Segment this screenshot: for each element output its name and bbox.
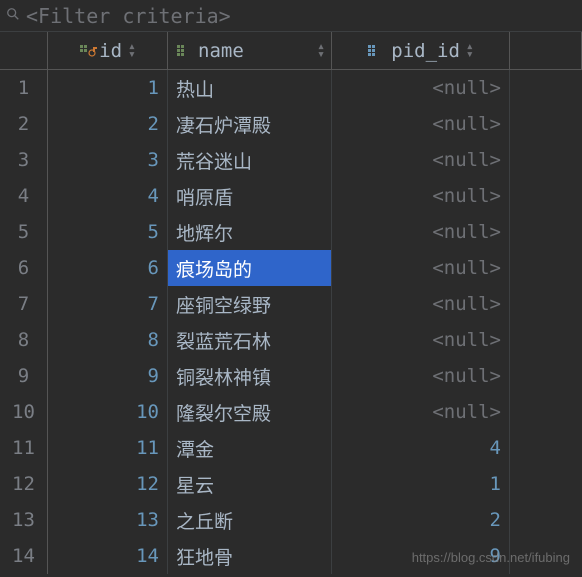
column-header-name[interactable]: name ▴▾ bbox=[168, 32, 332, 69]
cell-id[interactable]: 2 bbox=[48, 106, 168, 142]
row-number: 11 bbox=[0, 430, 48, 466]
row-number: 7 bbox=[0, 286, 48, 322]
cell-name[interactable]: 凄石炉潭殿 bbox=[168, 106, 332, 142]
column-spacer bbox=[510, 32, 582, 69]
sort-indicator-icon: ▴▾ bbox=[317, 43, 325, 59]
row-number: 9 bbox=[0, 358, 48, 394]
row-number: 5 bbox=[0, 214, 48, 250]
cell-id[interactable]: 4 bbox=[48, 178, 168, 214]
table-row[interactable]: 1212星云1 bbox=[0, 466, 582, 502]
table-row[interactable]: 66痕场岛的<null> bbox=[0, 250, 582, 286]
column-header-id[interactable]: id ▴▾ bbox=[48, 32, 168, 69]
cell-pid[interactable]: <null> bbox=[332, 142, 510, 178]
cell-name[interactable]: 哨原盾 bbox=[168, 178, 332, 214]
cell-name[interactable]: 潭金 bbox=[168, 430, 332, 466]
filter-placeholder: <Filter criteria> bbox=[26, 4, 231, 28]
table-row[interactable]: 77座铜空绿野<null> bbox=[0, 286, 582, 322]
cell-pid[interactable]: <null> bbox=[332, 250, 510, 286]
cell-name[interactable]: 狂地骨 bbox=[168, 538, 332, 574]
cell-name[interactable]: 座铜空绿野 bbox=[168, 286, 332, 322]
cell-name[interactable]: 荒谷迷山 bbox=[168, 142, 332, 178]
column-name-label: name bbox=[198, 40, 244, 62]
row-number: 4 bbox=[0, 178, 48, 214]
cell-id[interactable]: 14 bbox=[48, 538, 168, 574]
search-icon bbox=[6, 6, 20, 25]
cell-id[interactable]: 9 bbox=[48, 358, 168, 394]
cell-id[interactable]: 5 bbox=[48, 214, 168, 250]
cell-id[interactable]: 3 bbox=[48, 142, 168, 178]
row-number: 3 bbox=[0, 142, 48, 178]
table-row[interactable]: 22凄石炉潭殿<null> bbox=[0, 106, 582, 142]
foreign-key-icon bbox=[367, 43, 387, 59]
table-row[interactable]: 88裂蓝荒石林<null> bbox=[0, 322, 582, 358]
cell-id[interactable]: 6 bbox=[48, 250, 168, 286]
cell-pid[interactable]: 1 bbox=[332, 466, 510, 502]
column-icon bbox=[176, 43, 194, 59]
cell-name[interactable]: 铜裂林神镇 bbox=[168, 358, 332, 394]
cell-name[interactable]: 地辉尔 bbox=[168, 214, 332, 250]
row-number: 14 bbox=[0, 538, 48, 574]
cell-pid[interactable]: 4 bbox=[332, 430, 510, 466]
row-number: 10 bbox=[0, 394, 48, 430]
cell-name[interactable]: 热山 bbox=[168, 70, 332, 106]
row-number: 6 bbox=[0, 250, 48, 286]
cell-pid[interactable]: <null> bbox=[332, 358, 510, 394]
table-row[interactable]: 1313之丘断2 bbox=[0, 502, 582, 538]
watermark: https://blog.csdn.net/ifubing bbox=[412, 550, 570, 565]
cell-pid[interactable]: <null> bbox=[332, 394, 510, 430]
row-number: 8 bbox=[0, 322, 48, 358]
table-row[interactable]: 44哨原盾<null> bbox=[0, 178, 582, 214]
cell-name[interactable]: 之丘断 bbox=[168, 502, 332, 538]
cell-id[interactable]: 1 bbox=[48, 70, 168, 106]
cell-name[interactable]: 裂蓝荒石林 bbox=[168, 322, 332, 358]
cell-pid[interactable]: <null> bbox=[332, 106, 510, 142]
table-row[interactable]: 1111潭金4 bbox=[0, 430, 582, 466]
primary-key-icon bbox=[79, 43, 99, 59]
table-row[interactable]: 11热山<null> bbox=[0, 70, 582, 106]
row-number: 2 bbox=[0, 106, 48, 142]
table-row[interactable]: 1010隆裂尔空殿<null> bbox=[0, 394, 582, 430]
sort-indicator-icon: ▴▾ bbox=[128, 43, 136, 59]
row-number: 1 bbox=[0, 70, 48, 106]
cell-id[interactable]: 12 bbox=[48, 466, 168, 502]
cell-id[interactable]: 8 bbox=[48, 322, 168, 358]
column-id-label: id bbox=[99, 40, 122, 62]
table-row[interactable]: 33荒谷迷山<null> bbox=[0, 142, 582, 178]
cell-pid[interactable]: <null> bbox=[332, 70, 510, 106]
table-row[interactable]: 55地辉尔<null> bbox=[0, 214, 582, 250]
cell-pid[interactable]: <null> bbox=[332, 214, 510, 250]
cell-pid[interactable]: <null> bbox=[332, 322, 510, 358]
cell-pid[interactable]: 2 bbox=[332, 502, 510, 538]
table-body: 11热山<null>22凄石炉潭殿<null>33荒谷迷山<null>44哨原盾… bbox=[0, 70, 582, 574]
cell-name[interactable]: 隆裂尔空殿 bbox=[168, 394, 332, 430]
column-pid-label: pid_id bbox=[391, 40, 460, 62]
cell-pid[interactable]: <null> bbox=[332, 178, 510, 214]
row-number-header bbox=[0, 32, 48, 69]
cell-pid[interactable]: <null> bbox=[332, 286, 510, 322]
cell-id[interactable]: 7 bbox=[48, 286, 168, 322]
column-header-pid[interactable]: pid_id ▴▾ bbox=[332, 32, 510, 69]
cell-name[interactable]: 痕场岛的 bbox=[168, 250, 332, 286]
row-number: 13 bbox=[0, 502, 48, 538]
table-header: id ▴▾ name ▴▾ pid_id ▴▾ bbox=[0, 32, 582, 70]
cell-id[interactable]: 13 bbox=[48, 502, 168, 538]
cell-id[interactable]: 11 bbox=[48, 430, 168, 466]
cell-name[interactable]: 星云 bbox=[168, 466, 332, 502]
cell-id[interactable]: 10 bbox=[48, 394, 168, 430]
row-number: 12 bbox=[0, 466, 48, 502]
filter-bar[interactable]: <Filter criteria> bbox=[0, 0, 582, 32]
table-row[interactable]: 99铜裂林神镇<null> bbox=[0, 358, 582, 394]
sort-indicator-icon: ▴▾ bbox=[466, 43, 474, 59]
